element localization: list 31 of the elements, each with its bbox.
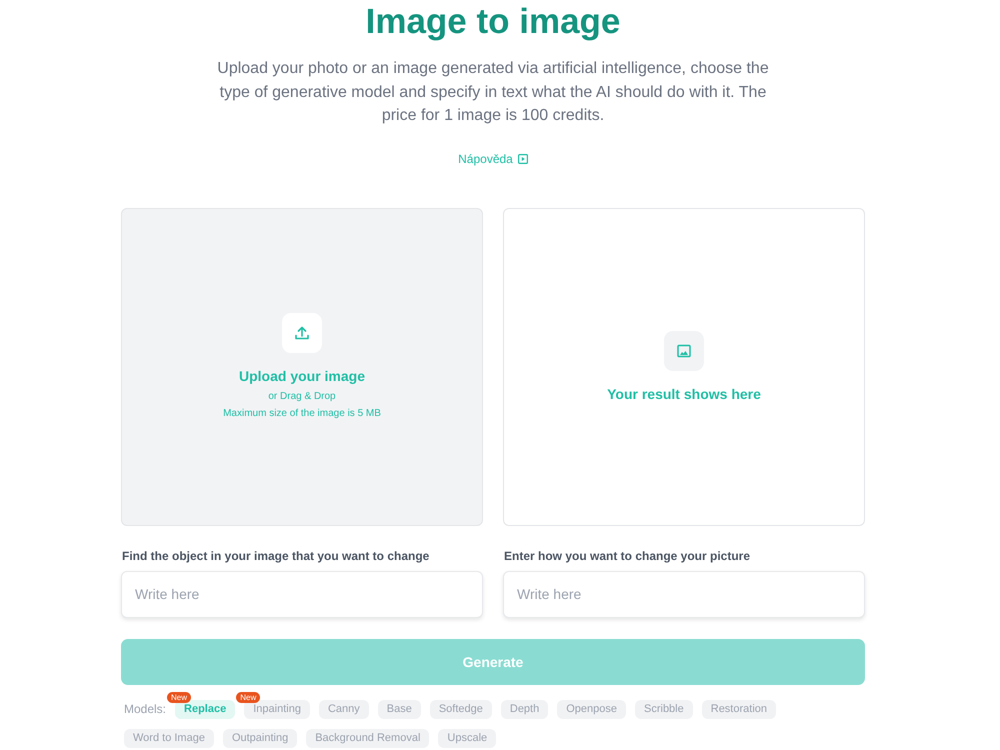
text-input[interactable]: Write here (121, 570, 483, 618)
upload-title: Upload your image (238, 366, 366, 384)
model-chip[interactable]: Replace (175, 700, 236, 718)
model-chip[interactable]: Inpainting (244, 700, 310, 718)
result-placeholder-text: Your result shows here (607, 384, 761, 402)
new-badge: New (236, 692, 260, 702)
model-chip[interactable]: Word to Image (124, 728, 214, 748)
model-chip[interactable]: Depth (500, 700, 548, 718)
model-chip[interactable]: Openpose (557, 700, 626, 718)
field-label: Enter how you want to change your picture (503, 548, 750, 564)
page-description: Upload your photo or an image generated via artificial intelligence, choose the type of generative model and specify in text what the AI should do with it. The price for 1 image is 100 credits. (216, 59, 770, 126)
page-title: Image to image (364, 1, 622, 43)
model-chip[interactable]: Base (378, 700, 421, 718)
help-link[interactable]: Nápověda (458, 150, 528, 166)
text-input[interactable]: Write here (503, 570, 865, 618)
new-badge: New (167, 692, 192, 702)
model-chip[interactable]: Scribble (635, 700, 693, 718)
upload-size-limit: Maximum size of the image is 5 MB (223, 406, 381, 420)
model-chip[interactable]: Canny (318, 700, 369, 718)
model-chip[interactable]: Outpainting (222, 728, 298, 748)
upload-dropzone[interactable]: Upload your image or Drag & Drop Maximum size of the image is 5 MB (121, 208, 483, 526)
model-chip[interactable]: Softedge (430, 700, 492, 718)
upload-icon (282, 312, 322, 352)
image-icon (664, 330, 704, 370)
model-chip[interactable]: Background Removal (306, 728, 430, 748)
field-label: Find the object in your image that you want to change (121, 548, 430, 564)
model-chip[interactable]: Upscale (438, 728, 496, 748)
models-label: Models: (124, 700, 166, 718)
upload-hint: or Drag & Drop (268, 390, 336, 404)
model-chip[interactable]: Restoration (702, 700, 776, 718)
play-icon (518, 154, 528, 164)
